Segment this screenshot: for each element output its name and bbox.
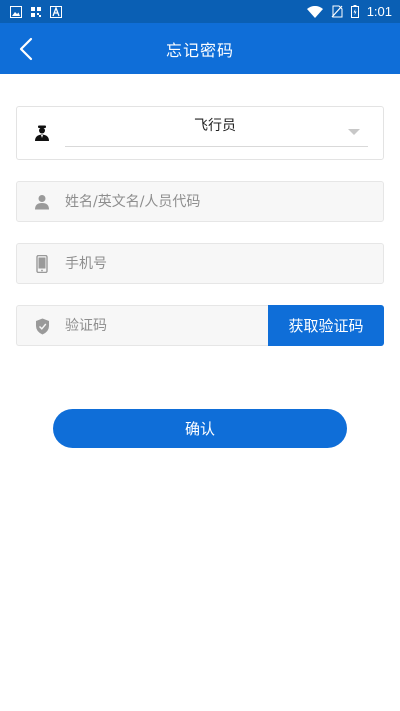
person-icon [33, 193, 51, 211]
status-time: 1:01 [366, 4, 392, 19]
image-icon [10, 5, 22, 18]
status-right-icons: 1:01 [306, 4, 392, 19]
role-value: 飞行员 [194, 118, 236, 134]
qr-icon [31, 6, 41, 17]
confirm-button[interactable]: 确认 [53, 409, 347, 448]
chevron-left-icon [19, 37, 33, 61]
phone-icon [33, 255, 51, 273]
phone-field-card [16, 243, 384, 284]
code-input[interactable] [65, 306, 255, 345]
back-button[interactable] [10, 33, 42, 65]
name-input[interactable] [65, 182, 365, 221]
page-title: 忘记密码 [165, 40, 234, 60]
status-bar: 1:01 [0, 0, 400, 23]
get-code-button[interactable]: 获取验证码 [268, 305, 384, 346]
app-bar: 忘记密码 [0, 23, 400, 74]
role-card: 飞行员 [16, 106, 384, 160]
code-field-card [16, 305, 268, 346]
status-left-icons [10, 5, 62, 18]
pilot-icon [35, 125, 49, 141]
dropdown-arrow-icon [348, 129, 360, 135]
name-field-card [16, 181, 384, 222]
phone-input[interactable] [65, 244, 365, 283]
wifi-icon [306, 5, 323, 18]
battery-icon [350, 5, 359, 18]
no-sim-icon [331, 5, 343, 18]
a-icon [50, 5, 62, 18]
role-select[interactable]: 飞行员 [65, 113, 368, 147]
shield-icon [33, 317, 51, 335]
